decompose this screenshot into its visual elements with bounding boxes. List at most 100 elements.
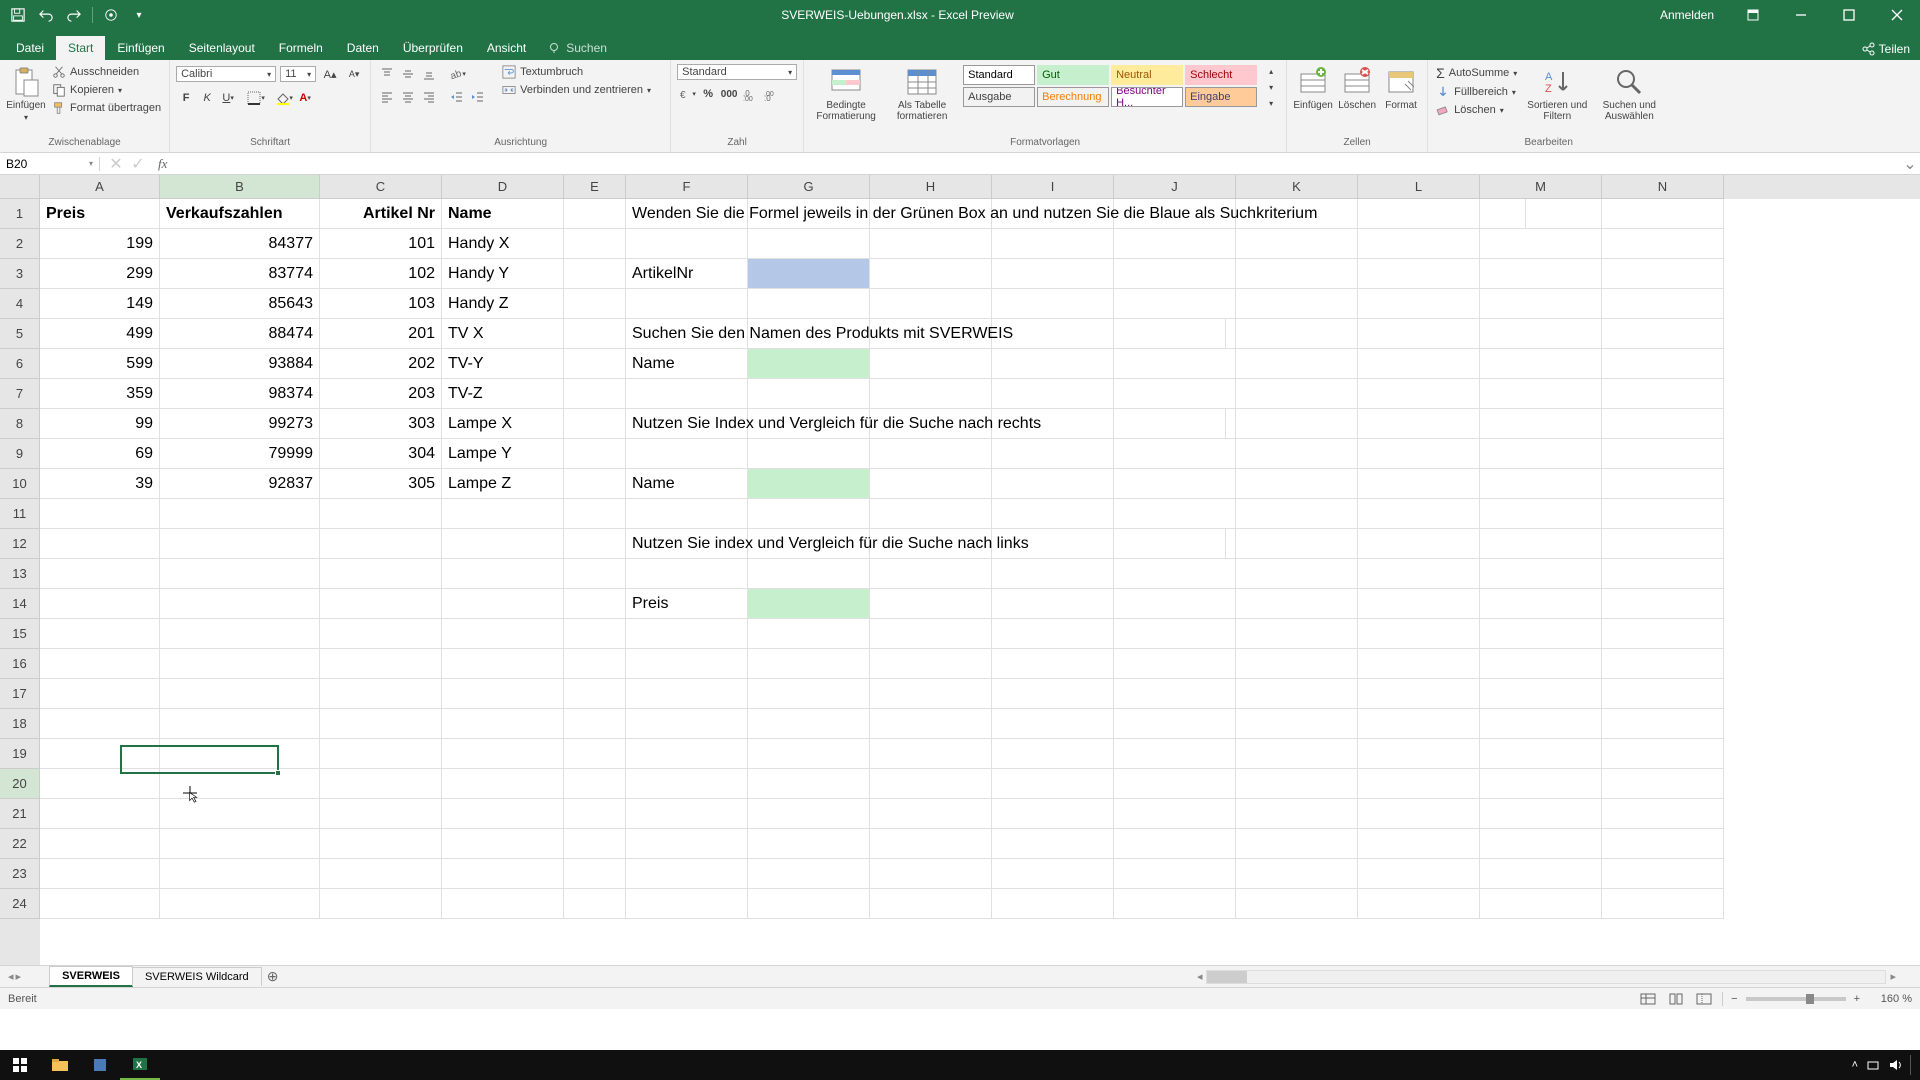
col-header-J[interactable]: J (1114, 175, 1236, 199)
cell-D18[interactable] (442, 709, 564, 739)
cell-M24[interactable] (1480, 889, 1602, 919)
cell-F19[interactable] (626, 739, 748, 769)
cell-F17[interactable] (626, 679, 748, 709)
col-header-A[interactable]: A (40, 175, 160, 199)
cell-B14[interactable] (160, 589, 320, 619)
cell-J14[interactable] (1114, 589, 1236, 619)
cell-C1[interactable]: Artikel Nr (320, 199, 442, 229)
align-bottom-button[interactable] (419, 64, 439, 84)
cell-J13[interactable] (1114, 559, 1236, 589)
ribbon-tab-einfügen[interactable]: Einfügen (105, 36, 176, 60)
cell-J7[interactable] (1114, 379, 1236, 409)
font-color-button[interactable]: A▾ (295, 88, 315, 108)
cell-L14[interactable] (1358, 589, 1480, 619)
cell-G9[interactable] (748, 439, 870, 469)
cell-A3[interactable]: 299 (40, 259, 160, 289)
styles-more[interactable]: ▾ (1264, 96, 1278, 110)
cell-D21[interactable] (442, 799, 564, 829)
cell-D20[interactable] (442, 769, 564, 799)
ribbon-tab-datei[interactable]: Datei (4, 36, 56, 60)
cell-J22[interactable] (1114, 829, 1236, 859)
cell-E7[interactable] (564, 379, 626, 409)
cell-G21[interactable] (748, 799, 870, 829)
cell-B8[interactable]: 99273 (160, 409, 320, 439)
row-header-19[interactable]: 19 (0, 739, 40, 769)
cell-C5[interactable]: 201 (320, 319, 442, 349)
cell-M11[interactable] (1480, 499, 1602, 529)
qa-customize-button[interactable]: ▾ (129, 5, 149, 25)
cell-H23[interactable] (870, 859, 992, 889)
cell-I13[interactable] (992, 559, 1114, 589)
cell-D23[interactable] (442, 859, 564, 889)
cell-D7[interactable]: TV-Z (442, 379, 564, 409)
cell-N14[interactable] (1602, 589, 1724, 619)
format-as-table-button[interactable]: Als Tabelle formatieren (886, 64, 958, 124)
cell-N12[interactable] (1602, 529, 1724, 559)
touch-mode-button[interactable] (101, 5, 121, 25)
cell-J24[interactable] (1114, 889, 1236, 919)
cell-H22[interactable] (870, 829, 992, 859)
cell-A20[interactable] (40, 769, 160, 799)
cell-D5[interactable]: TV X (442, 319, 564, 349)
cell-B20[interactable] (160, 769, 320, 799)
cell-G13[interactable] (748, 559, 870, 589)
cell-B22[interactable] (160, 829, 320, 859)
cell-F7[interactable] (626, 379, 748, 409)
cell-E4[interactable] (564, 289, 626, 319)
cell-M13[interactable] (1480, 559, 1602, 589)
ribbon-tab-formeln[interactable]: Formeln (267, 36, 335, 60)
cell-K12[interactable] (1236, 529, 1358, 559)
cell-B10[interactable]: 92837 (160, 469, 320, 499)
cell-M5[interactable] (1480, 319, 1602, 349)
bold-button[interactable]: F (176, 88, 196, 108)
cell-G20[interactable] (748, 769, 870, 799)
cell-C12[interactable] (320, 529, 442, 559)
cell-F11[interactable] (626, 499, 748, 529)
cell-D13[interactable] (442, 559, 564, 589)
cell-E22[interactable] (564, 829, 626, 859)
row-header-13[interactable]: 13 (0, 559, 40, 589)
cell-F8[interactable]: Nutzen Sie Index und Vergleich für die S… (626, 409, 1226, 439)
cut-button[interactable]: Ausschneiden (50, 64, 163, 80)
cell-I19[interactable] (992, 739, 1114, 769)
row-header-20[interactable]: 20 (0, 769, 40, 799)
row-header-17[interactable]: 17 (0, 679, 40, 709)
cell-N4[interactable] (1602, 289, 1724, 319)
sheet-nav-prev[interactable]: ◂ (8, 970, 14, 983)
cell-B23[interactable] (160, 859, 320, 889)
col-header-N[interactable]: N (1602, 175, 1724, 199)
cell-L7[interactable] (1358, 379, 1480, 409)
autosum-button[interactable]: ΣAutoSumme▾ (1434, 64, 1519, 82)
cell-M2[interactable] (1480, 229, 1602, 259)
col-header-E[interactable]: E (564, 175, 626, 199)
cell-B6[interactable]: 93884 (160, 349, 320, 379)
cell-L18[interactable] (1358, 709, 1480, 739)
cell-I24[interactable] (992, 889, 1114, 919)
cell-N21[interactable] (1602, 799, 1724, 829)
cell-A15[interactable] (40, 619, 160, 649)
cell-M6[interactable] (1480, 349, 1602, 379)
cell-L13[interactable] (1358, 559, 1480, 589)
cell-J9[interactable] (1114, 439, 1236, 469)
row-header-24[interactable]: 24 (0, 889, 40, 919)
cell-A14[interactable] (40, 589, 160, 619)
row-header-12[interactable]: 12 (0, 529, 40, 559)
cell-H6[interactable] (870, 349, 992, 379)
cell-K13[interactable] (1236, 559, 1358, 589)
cell-F21[interactable] (626, 799, 748, 829)
cell-I9[interactable] (992, 439, 1114, 469)
cell-I10[interactable] (992, 469, 1114, 499)
cell-D6[interactable]: TV-Y (442, 349, 564, 379)
increase-decimal-button[interactable]: ,0,00 (740, 84, 760, 104)
cell-C10[interactable]: 305 (320, 469, 442, 499)
cancel-formula-button[interactable]: ✕ (106, 154, 126, 174)
cell-B17[interactable] (160, 679, 320, 709)
cell-M10[interactable] (1480, 469, 1602, 499)
show-desktop[interactable] (1910, 1055, 1914, 1075)
cell-L5[interactable] (1358, 319, 1480, 349)
sheet-tab-other[interactable]: SVERWEIS Wildcard (132, 967, 262, 986)
col-header-B[interactable]: B (160, 175, 320, 199)
increase-indent-button[interactable] (468, 87, 488, 107)
cell-N22[interactable] (1602, 829, 1724, 859)
cell-A5[interactable]: 499 (40, 319, 160, 349)
